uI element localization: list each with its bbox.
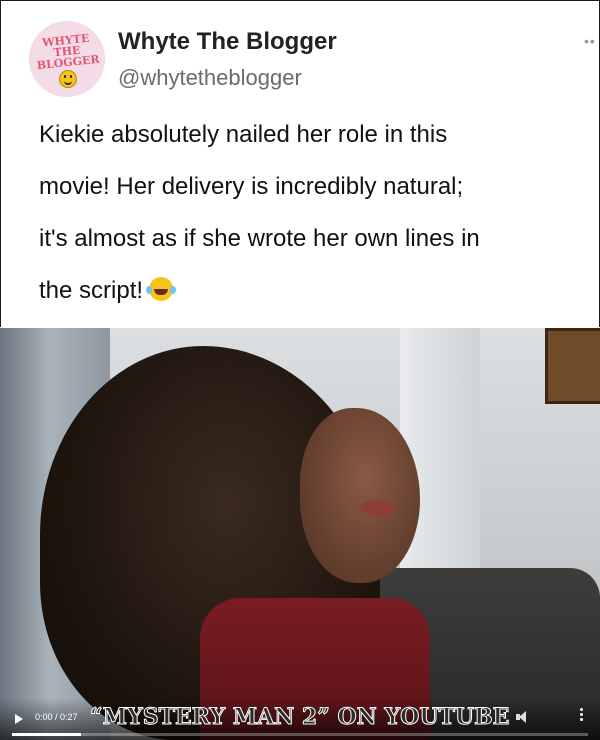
post-screenshot: WHYTE THE BLOGGER Whyte The Blogger @whyte… <box>0 0 600 740</box>
tweet-text: Kiekie absolutely nailed her role in thi… <box>39 109 584 317</box>
video-controls: 0:00 / 0:27 “MYSTERY MAN 2” ON YOUTUBE <box>0 698 600 740</box>
video-player[interactable]: 0:00 / 0:27 “MYSTERY MAN 2” ON YOUTUBE <box>0 328 600 740</box>
display-name[interactable]: Whyte The Blogger <box>118 28 337 56</box>
tweet-text-line-last: the script! <box>39 265 584 317</box>
video-progress-bar[interactable] <box>12 733 588 736</box>
avatar-logo-text: WHYTE THE BLOGGER <box>36 31 101 73</box>
volume-icon[interactable] <box>516 711 530 723</box>
smiley-icon <box>59 70 77 88</box>
background-picture-frame <box>545 328 600 404</box>
avatar[interactable]: WHYTE THE BLOGGER <box>29 21 105 97</box>
tweet-text-line: the script! <box>39 277 144 304</box>
tweet-text-line: it's almost as if she wrote her own line… <box>39 225 480 252</box>
user-handle[interactable]: @whytetheblogger <box>118 65 302 91</box>
video-progress-fill <box>12 733 82 736</box>
laughing-with-tears-icon <box>146 277 174 301</box>
tweet-card: WHYTE THE BLOGGER Whyte The Blogger @whyte… <box>0 0 600 327</box>
more-horizontal-icon[interactable]: •• <box>584 33 596 49</box>
video-time: 0:00 / 0:27 <box>35 712 78 722</box>
kebab-menu-icon[interactable] <box>580 708 583 724</box>
tweet-text-line: Kiekie absolutely nailed her role in thi… <box>39 121 448 148</box>
person-lips <box>360 500 396 516</box>
play-icon[interactable] <box>15 714 23 724</box>
video-caption: “MYSTERY MAN 2” ON YOUTUBE <box>89 704 510 731</box>
tweet-text-line: movie! Her delivery is incredibly natura… <box>39 173 464 200</box>
